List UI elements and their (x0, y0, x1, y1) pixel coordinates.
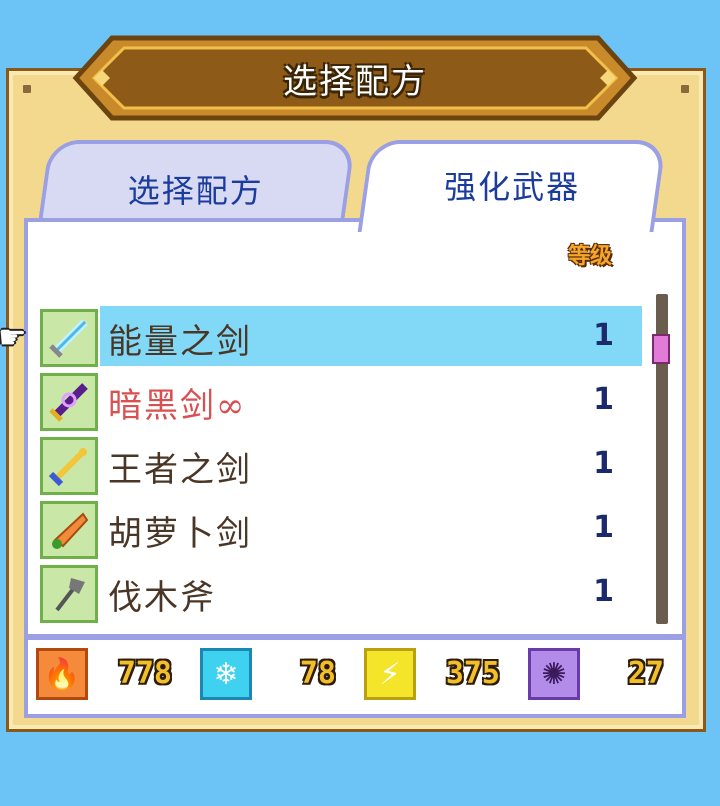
weapon-row-energy-sword[interactable]: 能量之剑 1 (40, 306, 644, 370)
weapon-level: 1 (593, 318, 614, 353)
dark-resource-count: 27 (627, 656, 664, 691)
woodcutter-axe-icon (40, 565, 98, 623)
page-title: 选择配方 (283, 61, 427, 102)
energy-sword-icon (40, 309, 98, 367)
frame-bolt (681, 85, 689, 93)
tab-enhance-weapon[interactable]: 强化武器 (357, 140, 667, 232)
dark-sword-icon (40, 373, 98, 431)
weapon-level: 1 (593, 574, 614, 609)
weapon-name: 暗黑剑∞ (108, 385, 247, 426)
title-banner: 选择配方 (72, 34, 638, 122)
carrot-sword-icon (40, 501, 98, 559)
lightning-icon: ⚡ (364, 648, 416, 700)
fire-icon: 🔥 (36, 648, 88, 700)
level-column-header: 等级 (568, 244, 613, 269)
dark-vortex-icon: ✺ (528, 648, 580, 700)
tab-select-recipe[interactable]: 选择配方 (38, 140, 356, 220)
weapon-level: 1 (593, 382, 614, 417)
frame-bolt (23, 85, 31, 93)
king-sword-icon (40, 437, 98, 495)
weapon-name: 伐木斧 (108, 577, 216, 618)
ice-resource-count: 78 (299, 656, 336, 691)
weapon-level: 1 (593, 510, 614, 545)
thunder-resource-count: 375 (445, 656, 500, 691)
hand-pointer-icon: ☛ (0, 318, 27, 356)
weapon-row-king-sword[interactable]: 王者之剑 1 (40, 434, 644, 498)
scrollbar-thumb[interactable] (652, 334, 670, 364)
weapon-row-carrot-sword[interactable]: 胡萝卜剑 1 (40, 498, 644, 562)
weapon-name: 王者之剑 (108, 449, 252, 490)
weapon-list: 能量之剑 1 暗黑剑∞ 1 王者之剑 1 胡萝卜剑 1 伐木斧 1 (40, 306, 644, 626)
weapon-level: 1 (593, 446, 614, 481)
weapon-name: 胡萝卜剑 (108, 513, 252, 554)
fire-resource-count: 778 (117, 656, 172, 691)
weapon-name: 能量之剑 (108, 321, 252, 362)
weapon-row-dark-sword[interactable]: 暗黑剑∞ 1 (40, 370, 644, 434)
ice-crystal-icon: ❄ (200, 648, 252, 700)
weapon-row-woodcutter-axe[interactable]: 伐木斧 1 (40, 562, 644, 626)
tab-label: 选择配方 (127, 172, 264, 210)
tab-label: 强化武器 (444, 168, 581, 206)
